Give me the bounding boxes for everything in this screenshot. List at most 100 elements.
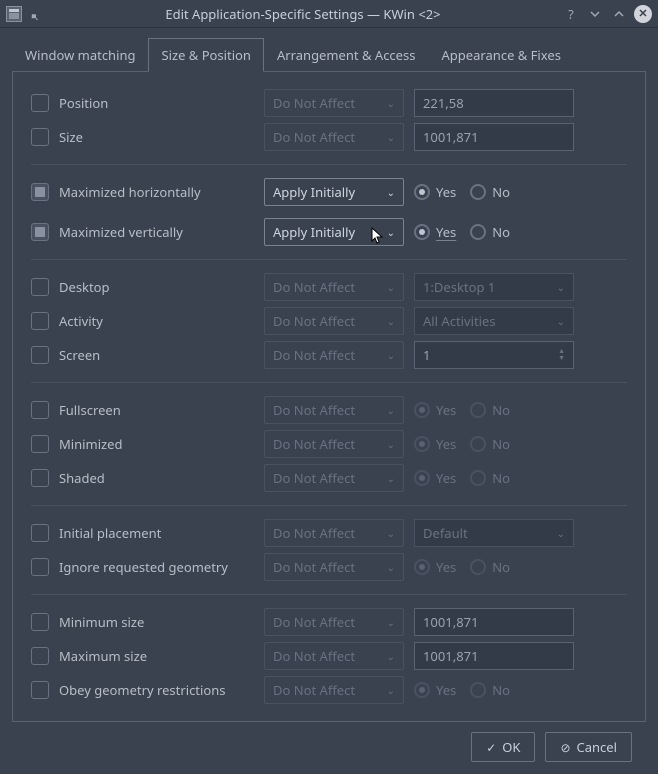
- separator: [31, 594, 627, 595]
- chevron-down-icon: ⌄: [387, 683, 395, 697]
- obey-no-radio[interactable]: [470, 682, 486, 698]
- position-rule-select[interactable]: Do Not Affect⌄: [264, 89, 404, 117]
- initial-placement-label: Initial placement: [59, 524, 254, 542]
- max-h-rule-select[interactable]: Apply Initially⌄: [264, 178, 404, 206]
- initial-placement-rule-select[interactable]: Do Not Affect⌄: [264, 519, 404, 547]
- tab-size-position[interactable]: Size & Position: [148, 38, 263, 72]
- chevron-down-icon: ⌄: [387, 437, 395, 451]
- max-v-checkbox[interactable]: [31, 223, 49, 241]
- shaded-checkbox[interactable]: [31, 469, 49, 487]
- ignore-geom-yes-radio[interactable]: [414, 559, 430, 575]
- minimize-button[interactable]: [586, 5, 604, 23]
- help-button[interactable]: ?: [562, 5, 580, 23]
- chevron-down-icon: ⌄: [387, 348, 395, 362]
- max-h-checkbox[interactable]: [31, 183, 49, 201]
- screen-value-spinner[interactable]: 1▲▼: [414, 341, 574, 369]
- obey-yes-radio[interactable]: [414, 682, 430, 698]
- pin-icon[interactable]: [28, 7, 42, 21]
- max-v-no-radio[interactable]: [470, 224, 486, 240]
- check-icon: ✓: [486, 739, 496, 756]
- ok-button[interactable]: ✓OK: [471, 732, 535, 762]
- chevron-down-icon: ⌄: [557, 314, 565, 328]
- maximize-button[interactable]: [610, 5, 628, 23]
- size-value[interactable]: 1001,871: [414, 123, 574, 151]
- desktop-value-select[interactable]: 1:Desktop 1⌄: [414, 273, 574, 301]
- ignore-geom-no-radio[interactable]: [470, 559, 486, 575]
- close-button[interactable]: ✕: [634, 5, 652, 23]
- spinner-icon: ▲▼: [558, 348, 565, 362]
- chevron-down-icon: ⌄: [387, 280, 395, 294]
- chevron-down-icon: ⌄: [387, 314, 395, 328]
- obey-checkbox[interactable]: [31, 681, 49, 699]
- max-h-yes-radio[interactable]: [414, 184, 430, 200]
- chevron-down-icon: ⌄: [557, 280, 565, 294]
- position-checkbox[interactable]: [31, 94, 49, 112]
- max-v-rule-select[interactable]: Apply Initially⌄: [264, 218, 404, 246]
- size-label: Size: [59, 128, 254, 146]
- max-size-checkbox[interactable]: [31, 647, 49, 665]
- size-rule-select[interactable]: Do Not Affect⌄: [264, 123, 404, 151]
- screen-rule-select[interactable]: Do Not Affect⌄: [264, 341, 404, 369]
- fullscreen-label: Fullscreen: [59, 401, 254, 419]
- fullscreen-checkbox[interactable]: [31, 401, 49, 419]
- ignore-geom-checkbox[interactable]: [31, 558, 49, 576]
- chevron-down-icon: ⌄: [387, 526, 395, 540]
- desktop-checkbox[interactable]: [31, 278, 49, 296]
- minimized-yes-radio[interactable]: [414, 436, 430, 452]
- tab-window-matching[interactable]: Window matching: [12, 38, 148, 71]
- activity-value-select[interactable]: All Activities⌄: [414, 307, 574, 335]
- minimized-label: Minimized: [59, 435, 254, 453]
- fullscreen-yes-radio[interactable]: [414, 402, 430, 418]
- shaded-rule-select[interactable]: Do Not Affect⌄: [264, 464, 404, 492]
- minimized-no-radio[interactable]: [470, 436, 486, 452]
- minimized-rule-select[interactable]: Do Not Affect⌄: [264, 430, 404, 458]
- min-size-rule-select[interactable]: Do Not Affect⌄: [264, 608, 404, 636]
- max-size-label: Maximum size: [59, 647, 254, 665]
- max-size-value[interactable]: 1001,871: [414, 642, 574, 670]
- initial-placement-value-select[interactable]: Default⌄: [414, 519, 574, 547]
- shaded-no-radio[interactable]: [470, 470, 486, 486]
- tab-arrangement-access[interactable]: Arrangement & Access: [264, 38, 429, 71]
- desktop-rule-select[interactable]: Do Not Affect⌄: [264, 273, 404, 301]
- tab-appearance-fixes[interactable]: Appearance & Fixes: [428, 38, 573, 71]
- chevron-down-icon: ⌄: [387, 560, 395, 574]
- max-v-yes-radio[interactable]: [414, 224, 430, 240]
- settings-panel: Position Do Not Affect⌄ 221,58 Size Do N…: [12, 72, 646, 722]
- initial-placement-checkbox[interactable]: [31, 524, 49, 542]
- separator: [31, 259, 627, 260]
- fullscreen-no-radio[interactable]: [470, 402, 486, 418]
- chevron-down-icon: ⌄: [557, 526, 565, 540]
- chevron-down-icon: ⌄: [387, 471, 395, 485]
- activity-checkbox[interactable]: [31, 312, 49, 330]
- screen-checkbox[interactable]: [31, 346, 49, 364]
- shaded-label: Shaded: [59, 469, 254, 487]
- min-size-checkbox[interactable]: [31, 613, 49, 631]
- chevron-down-icon: ⌄: [387, 96, 395, 110]
- screen-label: Screen: [59, 346, 254, 364]
- obey-label: Obey geometry restrictions: [59, 681, 254, 699]
- chevron-down-icon: ⌄: [387, 130, 395, 144]
- separator: [31, 382, 627, 383]
- desktop-label: Desktop: [59, 278, 254, 296]
- ignore-geom-rule-select[interactable]: Do Not Affect⌄: [264, 553, 404, 581]
- chevron-down-icon: ⌄: [387, 403, 395, 417]
- minimized-checkbox[interactable]: [31, 435, 49, 453]
- shaded-yes-radio[interactable]: [414, 470, 430, 486]
- min-size-value[interactable]: 1001,871: [414, 608, 574, 636]
- chevron-down-icon: ⌄: [387, 225, 395, 239]
- size-checkbox[interactable]: [31, 128, 49, 146]
- dialog-footer: ✓OK ⊘Cancel: [12, 722, 646, 762]
- chevron-down-icon: ⌄: [387, 185, 395, 199]
- cancel-icon: ⊘: [560, 739, 570, 756]
- separator: [31, 505, 627, 506]
- ignore-geom-label: Ignore requested geometry: [59, 558, 254, 576]
- cancel-button[interactable]: ⊘Cancel: [545, 732, 632, 762]
- max-h-no-radio[interactable]: [470, 184, 486, 200]
- activity-rule-select[interactable]: Do Not Affect⌄: [264, 307, 404, 335]
- chevron-down-icon: ⌄: [387, 649, 395, 663]
- obey-rule-select[interactable]: Do Not Affect⌄: [264, 676, 404, 704]
- fullscreen-rule-select[interactable]: Do Not Affect⌄: [264, 396, 404, 424]
- window-title: Edit Application-Specific Settings — KWi…: [50, 5, 556, 23]
- max-size-rule-select[interactable]: Do Not Affect⌄: [264, 642, 404, 670]
- position-value[interactable]: 221,58: [414, 89, 574, 117]
